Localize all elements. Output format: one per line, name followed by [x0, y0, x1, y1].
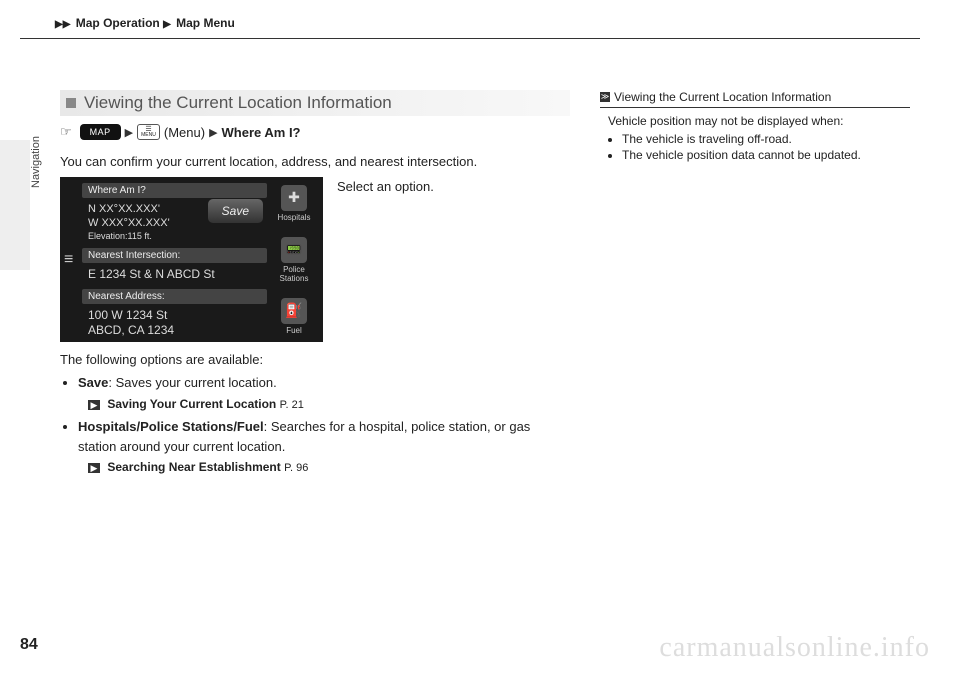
breadcrumb-b: Map Menu [176, 16, 235, 30]
police-glyph-icon: 📟 [281, 237, 307, 263]
addr-line1: 100 W 1234 St [88, 308, 261, 324]
tip-bullet-2: The vehicle position data cannot be upda… [622, 148, 910, 162]
elevation: Elevation:115 ft. [88, 231, 261, 243]
save-label: Save [78, 375, 108, 390]
tip-title-bar: ≫ Viewing the Current Location Informati… [600, 90, 910, 108]
xref1-page: P. 21 [280, 399, 304, 411]
xref-searching-near: ▶ Searching Near Establishment P. 96 [78, 458, 570, 477]
section-title-bar: Viewing the Current Location Information [60, 90, 570, 116]
menu-button-icon: ☰ MENU [137, 124, 160, 140]
hospital-glyph-icon: ✚ [281, 185, 307, 211]
header-rule [20, 38, 920, 39]
breadcrumb: ▶▶ Map Operation ▶ Map Menu [55, 16, 235, 30]
xref-saving-location: ▶ Saving Your Current Location P. 21 [78, 395, 570, 414]
intersection-value: E 1234 St & N ABCD St [82, 265, 267, 289]
fuel-icon: ⛽ Fuel [281, 298, 307, 335]
xref-arrow-icon: ▶ [88, 463, 100, 473]
path-arrow-icon: ▶ [209, 126, 217, 139]
map-button: MAP [80, 124, 121, 140]
tip-bullet-1: The vehicle is traveling off-road. [622, 132, 910, 146]
option-hpf: Hospitals/Police Stations/Fuel: Searches… [78, 417, 570, 477]
hospitals-icon: ✚ Hospitals [278, 185, 311, 222]
nearest-address-label: Nearest Address: [82, 289, 267, 304]
xref2-label: Searching Near Establishment [107, 460, 280, 474]
breadcrumb-arrow-icon: ▶▶ [55, 19, 70, 30]
addr-line2: ABCD, CA 1234 [88, 323, 261, 339]
menu-word: (Menu) [164, 125, 205, 140]
police-icon: 📟 Police Stations [269, 237, 319, 283]
hamburger-icon: ≡ [64, 251, 73, 269]
tip-arrow-icon: ≫ [600, 92, 610, 102]
watermark: carmanualsonline.info [659, 632, 930, 664]
nav-screenshot: ≡ Where Am I? N XX°XX.XXX' W XXX°XX.XXX'… [60, 177, 323, 342]
options-list: Save: Saves your current location. ▶ Sav… [60, 373, 570, 477]
tips-body: Vehicle position may not be displayed wh… [600, 114, 910, 162]
hand-icon: ☞ [60, 124, 72, 140]
section-square-icon [66, 98, 76, 108]
hpf-label: Hospitals/Police Stations/Fuel [78, 419, 264, 434]
main-column: Viewing the Current Location Information… [60, 90, 570, 481]
side-tab [0, 140, 30, 270]
option-save: Save: Saves your current location. ▶ Sav… [78, 373, 570, 413]
xref1-label: Saving Your Current Location [107, 397, 276, 411]
xref2-page: P. 96 [284, 462, 308, 474]
breadcrumb-arrow-icon: ▶ [163, 19, 171, 30]
xref-arrow-icon: ▶ [88, 400, 100, 410]
fuel-glyph-icon: ⛽ [281, 298, 307, 324]
nav-path-line: ☞ MAP ▶ ☰ MENU (Menu) ▶ Where Am I? [60, 124, 570, 140]
where-am-i-label: Where Am I? [222, 125, 301, 140]
tips-intro: Vehicle position may not be displayed wh… [608, 114, 910, 128]
path-arrow-icon: ▶ [125, 126, 133, 139]
intro-text: You can confirm your current location, a… [60, 154, 570, 169]
page-number: 84 [20, 636, 38, 654]
options-intro: The following options are available: [60, 352, 570, 367]
side-label: Navigation [30, 136, 42, 188]
save-desc: : Saves your current location. [108, 375, 276, 390]
tips-column: ≫ Viewing the Current Location Informati… [600, 90, 910, 164]
save-button-screenshot: Save [208, 199, 263, 223]
section-title: Viewing the Current Location Information [84, 93, 392, 113]
breadcrumb-a: Map Operation [76, 16, 160, 30]
tip-title: Viewing the Current Location Information [614, 90, 831, 104]
nearest-intersection-label: Nearest Intersection: [82, 248, 267, 263]
where-label: Where Am I? [82, 183, 267, 198]
step-text: Select an option. [337, 177, 434, 342]
